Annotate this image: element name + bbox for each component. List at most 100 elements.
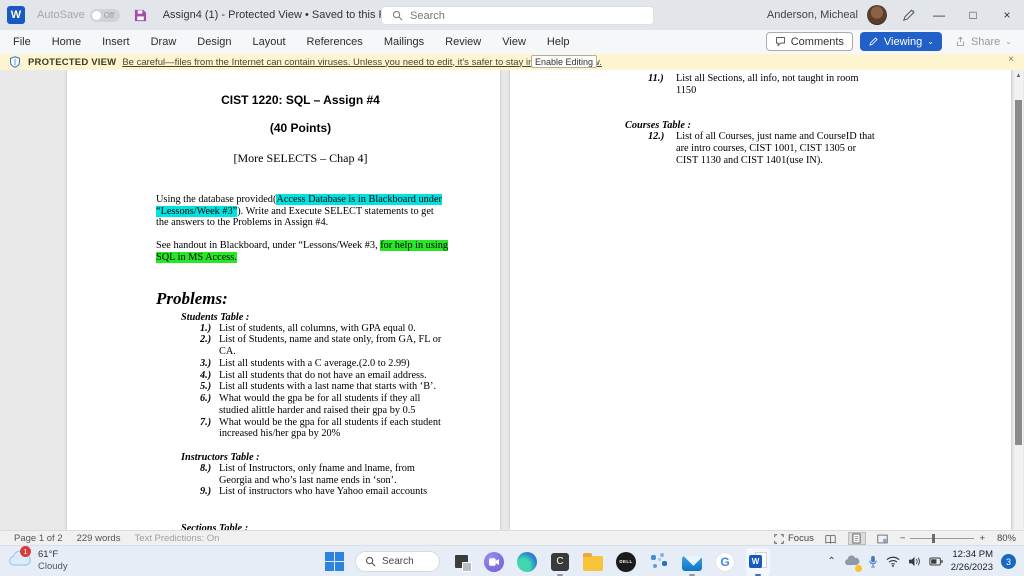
- doc-subtitle: [More SELECTS – Chap 4]: [233, 151, 368, 165]
- chevron-down-icon: ⌄: [1005, 37, 1012, 46]
- onedrive-button[interactable]: [844, 553, 862, 572]
- close-button[interactable]: ×: [990, 0, 1024, 30]
- banner-message-link[interactable]: Be careful—files from the Internet can c…: [122, 57, 602, 68]
- speaker-icon[interactable]: [908, 556, 921, 567]
- zoom-slider-thumb[interactable]: [932, 534, 936, 543]
- teams-chat-button[interactable]: [482, 548, 506, 576]
- microphone-icon[interactable]: [868, 555, 878, 568]
- item-number: 3.): [200, 357, 212, 369]
- zoom-out-button[interactable]: −: [900, 533, 906, 544]
- task-view-button[interactable]: [449, 548, 473, 576]
- running-indicator: [557, 573, 563, 576]
- word-count[interactable]: 229 words: [77, 533, 121, 544]
- item-text: List all Sections, all info, not taught …: [676, 73, 859, 96]
- item-text: List all students with a last name that …: [219, 381, 437, 393]
- battery-icon[interactable]: [929, 557, 943, 566]
- weather-alert-badge: 1: [20, 545, 31, 557]
- running-indicator: [689, 573, 695, 576]
- file-explorer-button[interactable]: [581, 548, 605, 576]
- c-app-button[interactable]: C: [548, 548, 572, 576]
- autosave-state: Off: [103, 10, 115, 20]
- document-page-1: CIST 1220: SQL – Assign #4 (40 Points) […: [67, 70, 500, 530]
- ink-pen-icon[interactable]: [901, 8, 916, 23]
- item-text: What would the gpa be for all students i…: [219, 393, 421, 416]
- edge-browser-button[interactable]: [515, 548, 539, 576]
- item-number: 11.): [648, 73, 664, 84]
- tab-mailings[interactable]: Mailings: [384, 36, 424, 48]
- item-number: 12.): [648, 131, 665, 143]
- avatar[interactable]: [867, 5, 887, 25]
- tab-insert[interactable]: Insert: [102, 36, 130, 48]
- enable-editing-button[interactable]: Enable Editing: [531, 55, 597, 68]
- share-icon: [956, 36, 965, 46]
- scrollbar-thumb[interactable]: [1015, 100, 1022, 445]
- search-icon: [365, 556, 376, 567]
- list-item: 9.) List of instructors who have Yahoo em…: [200, 486, 445, 498]
- wifi-icon[interactable]: [886, 556, 900, 567]
- document-title[interactable]: Assign4 (1) - Protected View • Saved to …: [163, 9, 407, 21]
- tab-draw[interactable]: Draw: [151, 36, 177, 48]
- zoom-slider[interactable]: [910, 534, 975, 543]
- mail-app-button[interactable]: [680, 548, 704, 576]
- cluster-icon: [649, 552, 669, 572]
- instructors-problem-list: 8.) List of Instructors, only fname and l…: [200, 463, 445, 498]
- tab-file[interactable]: File: [13, 36, 31, 48]
- comments-button[interactable]: Comments: [765, 32, 853, 51]
- tab-references[interactable]: References: [307, 36, 363, 48]
- item-number: 7.): [200, 416, 212, 428]
- para1-text: Using the database provided(: [156, 194, 277, 205]
- list-item: 1.) List of students, all columns, with G…: [200, 323, 445, 335]
- vertical-scrollbar[interactable]: ▲: [1014, 70, 1023, 530]
- word-app-icon[interactable]: W: [7, 6, 25, 24]
- text-predictions-status[interactable]: Text Predictions: On: [134, 533, 219, 544]
- weather-widget[interactable]: 1 61°F Cloudy: [8, 545, 68, 573]
- titlebar-search-input[interactable]: Search: [381, 6, 654, 25]
- save-icon[interactable]: [134, 9, 147, 22]
- item-number: 5.): [200, 381, 212, 393]
- zoom-level[interactable]: 80%: [990, 533, 1016, 544]
- maximize-button[interactable]: □: [956, 0, 990, 30]
- autosave-control[interactable]: AutoSave Off: [37, 8, 120, 22]
- taskbar-search[interactable]: Search: [355, 551, 440, 572]
- banner-close-icon[interactable]: ×: [1008, 54, 1014, 65]
- dell-app-button[interactable]: DELL: [614, 548, 638, 576]
- cluster-app-button[interactable]: [647, 548, 671, 576]
- taskbar-search-label: Search: [382, 556, 414, 567]
- viewing-button[interactable]: Viewing ⌄: [859, 32, 942, 51]
- google-app-button[interactable]: G: [713, 548, 737, 576]
- folder-icon: [583, 552, 603, 571]
- word-taskbar-button[interactable]: W: [746, 547, 770, 576]
- web-layout-button[interactable]: [874, 532, 892, 545]
- titlebar-right: Anderson, Micheal — □ ×: [767, 0, 1024, 30]
- tray-date: 2/26/2023: [950, 561, 993, 573]
- tray-chevron-icon[interactable]: ⌃: [827, 556, 835, 567]
- tab-layout[interactable]: Layout: [253, 36, 286, 48]
- clock[interactable]: 12:34 PM 2/26/2023: [951, 549, 993, 574]
- focus-mode-button[interactable]: Focus: [774, 533, 814, 544]
- autosave-toggle[interactable]: Off: [89, 8, 120, 22]
- tab-design[interactable]: Design: [197, 36, 231, 48]
- onedrive-cloud-icon: [844, 554, 860, 565]
- notification-badge[interactable]: 3: [1001, 554, 1016, 569]
- tab-home[interactable]: Home: [52, 36, 81, 48]
- start-button[interactable]: [322, 548, 346, 576]
- autosave-label: AutoSave: [37, 9, 85, 21]
- print-layout-button[interactable]: [847, 532, 866, 545]
- tab-view[interactable]: View: [502, 36, 526, 48]
- page-indicator[interactable]: Page 1 of 2: [14, 533, 63, 544]
- item-text: List of Instructors, only fname and lnam…: [219, 463, 415, 486]
- item-number: 9.): [200, 486, 212, 498]
- zoom-in-button[interactable]: +: [979, 533, 985, 544]
- read-mode-button[interactable]: [822, 532, 840, 545]
- share-button[interactable]: Share ⌄: [949, 32, 1018, 51]
- tab-review[interactable]: Review: [445, 36, 481, 48]
- account-name[interactable]: Anderson, Micheal: [767, 9, 858, 21]
- scroll-up-arrow[interactable]: ▲: [1014, 70, 1023, 81]
- comment-icon: [775, 37, 785, 47]
- ribbon-right-buttons: Comments Viewing ⌄ Share ⌄: [765, 32, 1018, 51]
- item-number: 6.): [200, 393, 212, 405]
- tab-help[interactable]: Help: [547, 36, 570, 48]
- item-number: 1.): [200, 322, 212, 334]
- list-item: 5.) List all students with a last name th…: [200, 381, 445, 393]
- minimize-button[interactable]: —: [922, 0, 956, 30]
